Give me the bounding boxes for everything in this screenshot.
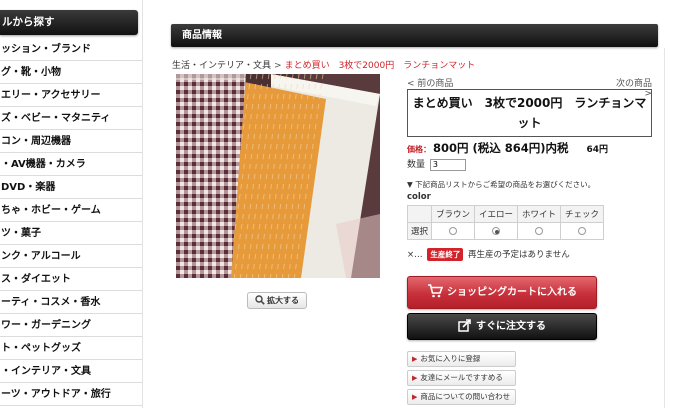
variant-corner [407, 205, 432, 223]
inquiry-label: 商品についての問い合わせ [420, 392, 511, 401]
variant-header: ホワイト [517, 205, 561, 223]
variant-header: イエロー [474, 205, 518, 223]
variant-radio-brown[interactable] [449, 226, 457, 235]
variant-header: ブラウン [431, 205, 475, 223]
product-image[interactable] [176, 74, 380, 278]
zoom-label: 拡大する [267, 296, 299, 305]
stock-prefix: ×… [407, 250, 423, 260]
category-item[interactable]: ト・ペットグッズ [0, 337, 142, 360]
buy-now-label: すぐに注文する [476, 321, 546, 332]
category-item[interactable]: ンク・アルコール [0, 245, 142, 268]
category-item[interactable]: ズ・ベビー・マタニティ [0, 107, 142, 130]
category-list: ッション・ブランド グ・靴・小物 エリー・アクセサリー ズ・ベビー・マタニティ … [0, 38, 142, 406]
category-item[interactable]: ・AV機器・カメラ [0, 153, 142, 176]
color-label: color [407, 192, 431, 202]
variant-table: ブラウン イエロー ホワイト チェック 選択 [407, 205, 604, 240]
triangle-icon: ▶ [412, 355, 418, 363]
add-to-cart-button[interactable]: ショッピングカートに入れる [407, 276, 597, 309]
variant-radio-yellow[interactable] [492, 226, 500, 235]
sidebar-header: ルから探す [0, 10, 138, 35]
breadcrumb-parent-link[interactable]: 生活・インテリア・文具 [172, 61, 271, 71]
category-item[interactable]: ちゃ・ホビー・ゲーム [0, 199, 142, 222]
variant-radio-white[interactable] [535, 226, 543, 235]
category-item[interactable]: DVD・楽器 [0, 176, 142, 199]
variant-cell [431, 222, 475, 240]
selection-note: ▼ 下記商品リストからご希望の商品をお選びください。 [407, 180, 596, 189]
favorite-link[interactable]: ▶ お気に入りに登録 [407, 351, 516, 367]
price-row: 価格： 800円 (税込 864円)内税 64円 [407, 140, 667, 156]
quantity-input[interactable] [429, 158, 466, 171]
add-to-cart-label: ショッピングカートに入れる [447, 287, 577, 298]
category-item[interactable]: ツ・菓子 [0, 222, 142, 245]
stock-status: ×… 生産終了 再生産の予定はありません [407, 248, 570, 261]
placemat-photo [176, 74, 380, 278]
category-item[interactable]: コン・周辺機器 [0, 130, 142, 153]
cart-icon [427, 280, 444, 311]
product-title: まとめ買い 3枚で2000円 ランチョンマット [407, 89, 652, 137]
content-divider [664, 48, 665, 408]
triangle-icon: ▶ [412, 393, 418, 401]
category-item[interactable]: ッション・ブランド [0, 38, 142, 61]
variant-header: チェック [560, 205, 604, 223]
variant-radio-check[interactable] [578, 226, 586, 235]
category-item[interactable]: エリー・アクセサリー [0, 84, 142, 107]
price-label: 価格： [407, 145, 431, 154]
breadcrumb: 生活・インテリア・文具 > まとめ買い 3枚で2000円 ランチョンマット [172, 58, 475, 71]
category-item[interactable]: ーツ・アウトドア・旅行 [0, 383, 142, 406]
category-item[interactable]: グ・靴・小物 [0, 61, 142, 84]
breadcrumb-separator: > [274, 61, 282, 71]
breadcrumb-current: まとめ買い 3枚で2000円 ランチョンマット [284, 61, 476, 71]
inquiry-link[interactable]: ▶ 商品についての問い合わせ [407, 389, 516, 405]
category-item[interactable]: ス・ダイエット [0, 268, 142, 291]
email-friend-label: 友達にメールですすめる [420, 373, 503, 382]
variant-row-label: 選択 [407, 222, 432, 240]
favorite-label: お気に入りに登録 [420, 354, 481, 363]
triangle-icon: ▶ [412, 374, 418, 382]
magnifier-icon [255, 295, 265, 305]
variant-cell [474, 222, 518, 240]
section-title: 商品情報 [171, 24, 658, 47]
category-item[interactable]: ワー・ガーデニング [0, 314, 142, 337]
stock-text: 再生産の予定はありません [468, 250, 570, 260]
variant-cell [517, 222, 561, 240]
tax-value: 64円 [586, 145, 609, 155]
prev-product-link[interactable]: < 前の商品 [407, 76, 453, 89]
arrow-box-icon [458, 317, 472, 342]
category-item[interactable]: ・インテリア・文具 [0, 360, 142, 383]
price-value: 800円 (税込 864円)内税 [433, 141, 569, 155]
variant-cell [560, 222, 604, 240]
category-sidebar: ルから探す ッション・ブランド グ・靴・小物 エリー・アクセサリー ズ・ベビー・… [0, 0, 143, 408]
zoom-button[interactable]: 拡大する [247, 292, 307, 309]
discontinued-badge: 生産終了 [427, 248, 464, 261]
quantity-label: 数量 [407, 160, 426, 170]
email-friend-link[interactable]: ▶ 友達にメールですすめる [407, 370, 516, 386]
quantity-row: 数量 [407, 157, 466, 171]
category-item[interactable]: ーティ・コスメ・香水 [0, 291, 142, 314]
buy-now-button[interactable]: すぐに注文する [407, 313, 597, 340]
